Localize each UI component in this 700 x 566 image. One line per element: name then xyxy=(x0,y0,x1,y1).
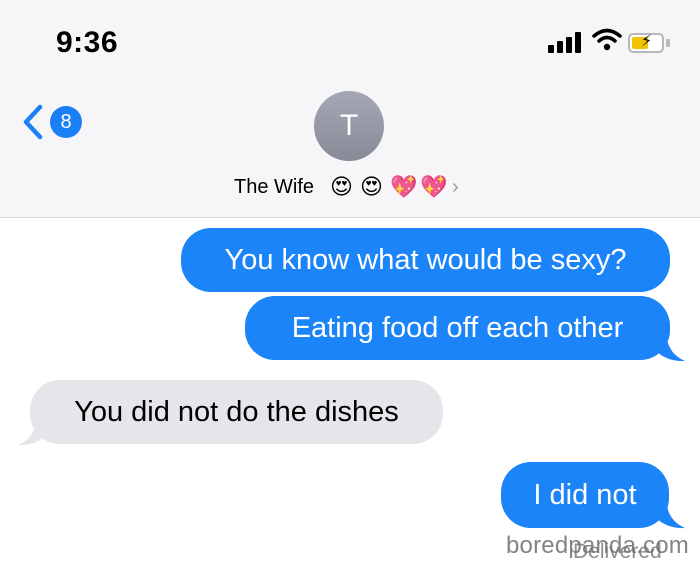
bubble-tail xyxy=(655,338,685,362)
cellular-signal-icon xyxy=(548,31,582,53)
status-time: 9:36 xyxy=(56,26,119,59)
heart-eyes-emoji-icon: 😍 xyxy=(330,174,353,199)
conversation-header: 9:36 ⚡ 8 T The Wife 😍 😍 💖 💖 › xyxy=(0,0,700,218)
incoming-message-bubble[interactable]: You did not do the dishes xyxy=(30,380,443,444)
battery-tip xyxy=(666,39,670,47)
battery-icon: ⚡ xyxy=(628,33,664,53)
wifi-icon xyxy=(592,28,622,51)
charging-bolt-icon: ⚡ xyxy=(641,33,653,50)
outgoing-message-bubble[interactable]: I did not xyxy=(501,462,669,528)
sparkling-heart-emoji-icon: 💖 xyxy=(390,174,418,199)
contact-avatar[interactable]: T xyxy=(314,91,384,161)
outgoing-message-bubble[interactable]: You know what would be sexy? xyxy=(181,228,670,292)
bubble-tail xyxy=(18,422,48,446)
heart-eyes-emoji-icon: 😍 xyxy=(360,174,383,199)
outgoing-message-bubble[interactable]: Eating food off each other xyxy=(245,296,670,360)
unread-count-badge: 8 xyxy=(50,106,82,138)
back-button[interactable]: 8 xyxy=(22,100,102,144)
chevron-right-icon[interactable]: › xyxy=(452,176,459,199)
chevron-left-icon xyxy=(23,104,43,140)
bubble-tail xyxy=(655,505,685,529)
sparkling-heart-emoji-icon: 💖 xyxy=(420,174,448,199)
contact-name[interactable]: The Wife xyxy=(234,176,314,199)
watermark: boredpanda.com xyxy=(506,532,689,559)
